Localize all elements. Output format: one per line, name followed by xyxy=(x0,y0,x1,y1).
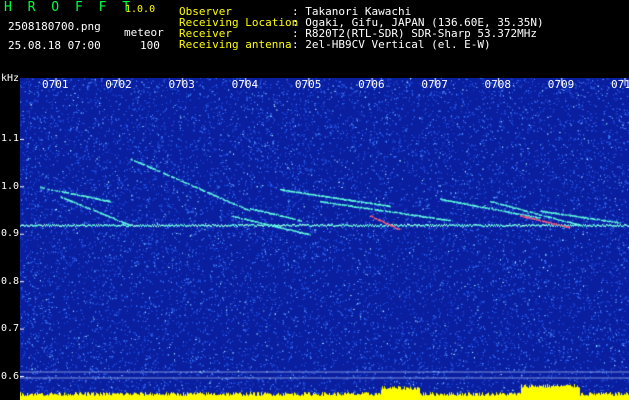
filename-label: 2508180700.png xyxy=(8,20,101,33)
antenna-label: Receiving antenna xyxy=(179,38,292,51)
datetime-label: 25.08.18 07:00 xyxy=(8,39,101,52)
spectrogram-canvas xyxy=(20,78,629,400)
y-tick-label: 1.0 xyxy=(1,180,20,192)
app-title: H R O F F T xyxy=(4,0,135,15)
x-tick-label: 0709 xyxy=(547,78,575,91)
x-tick-label: 0701 xyxy=(42,78,69,91)
y-tick-label: 0.9 xyxy=(1,228,20,240)
x-tick-label: 0704 xyxy=(231,78,259,91)
y-tick-label: 0.6 xyxy=(1,370,20,382)
mode-label: meteor xyxy=(124,26,164,39)
header-panel: H R O F F T 1.0.0 2508180700.png meteor … xyxy=(0,0,629,78)
x-tick-label: 0705 xyxy=(294,78,322,91)
x-tick-label: 0702 xyxy=(105,78,132,91)
antenna-value: : 2el-HB9CV Vertical (el. E-W) xyxy=(292,38,491,51)
x-tick-label: 0708 xyxy=(484,78,512,91)
y-unit-label: kHz xyxy=(1,73,20,84)
version-label: 1.0.0 xyxy=(125,4,156,15)
x-tick-label: 0707 xyxy=(421,78,448,91)
x-tick-label: 0710 xyxy=(611,78,629,91)
x-tick-label: 0706 xyxy=(358,78,385,91)
x-tick-label: 0703 xyxy=(168,78,195,91)
y-tick-label: 0.7 xyxy=(1,323,20,335)
y-tick-label: 1.1 xyxy=(1,133,20,145)
count-label: 100 xyxy=(140,39,160,52)
y-tick-label: 0.8 xyxy=(1,275,20,287)
